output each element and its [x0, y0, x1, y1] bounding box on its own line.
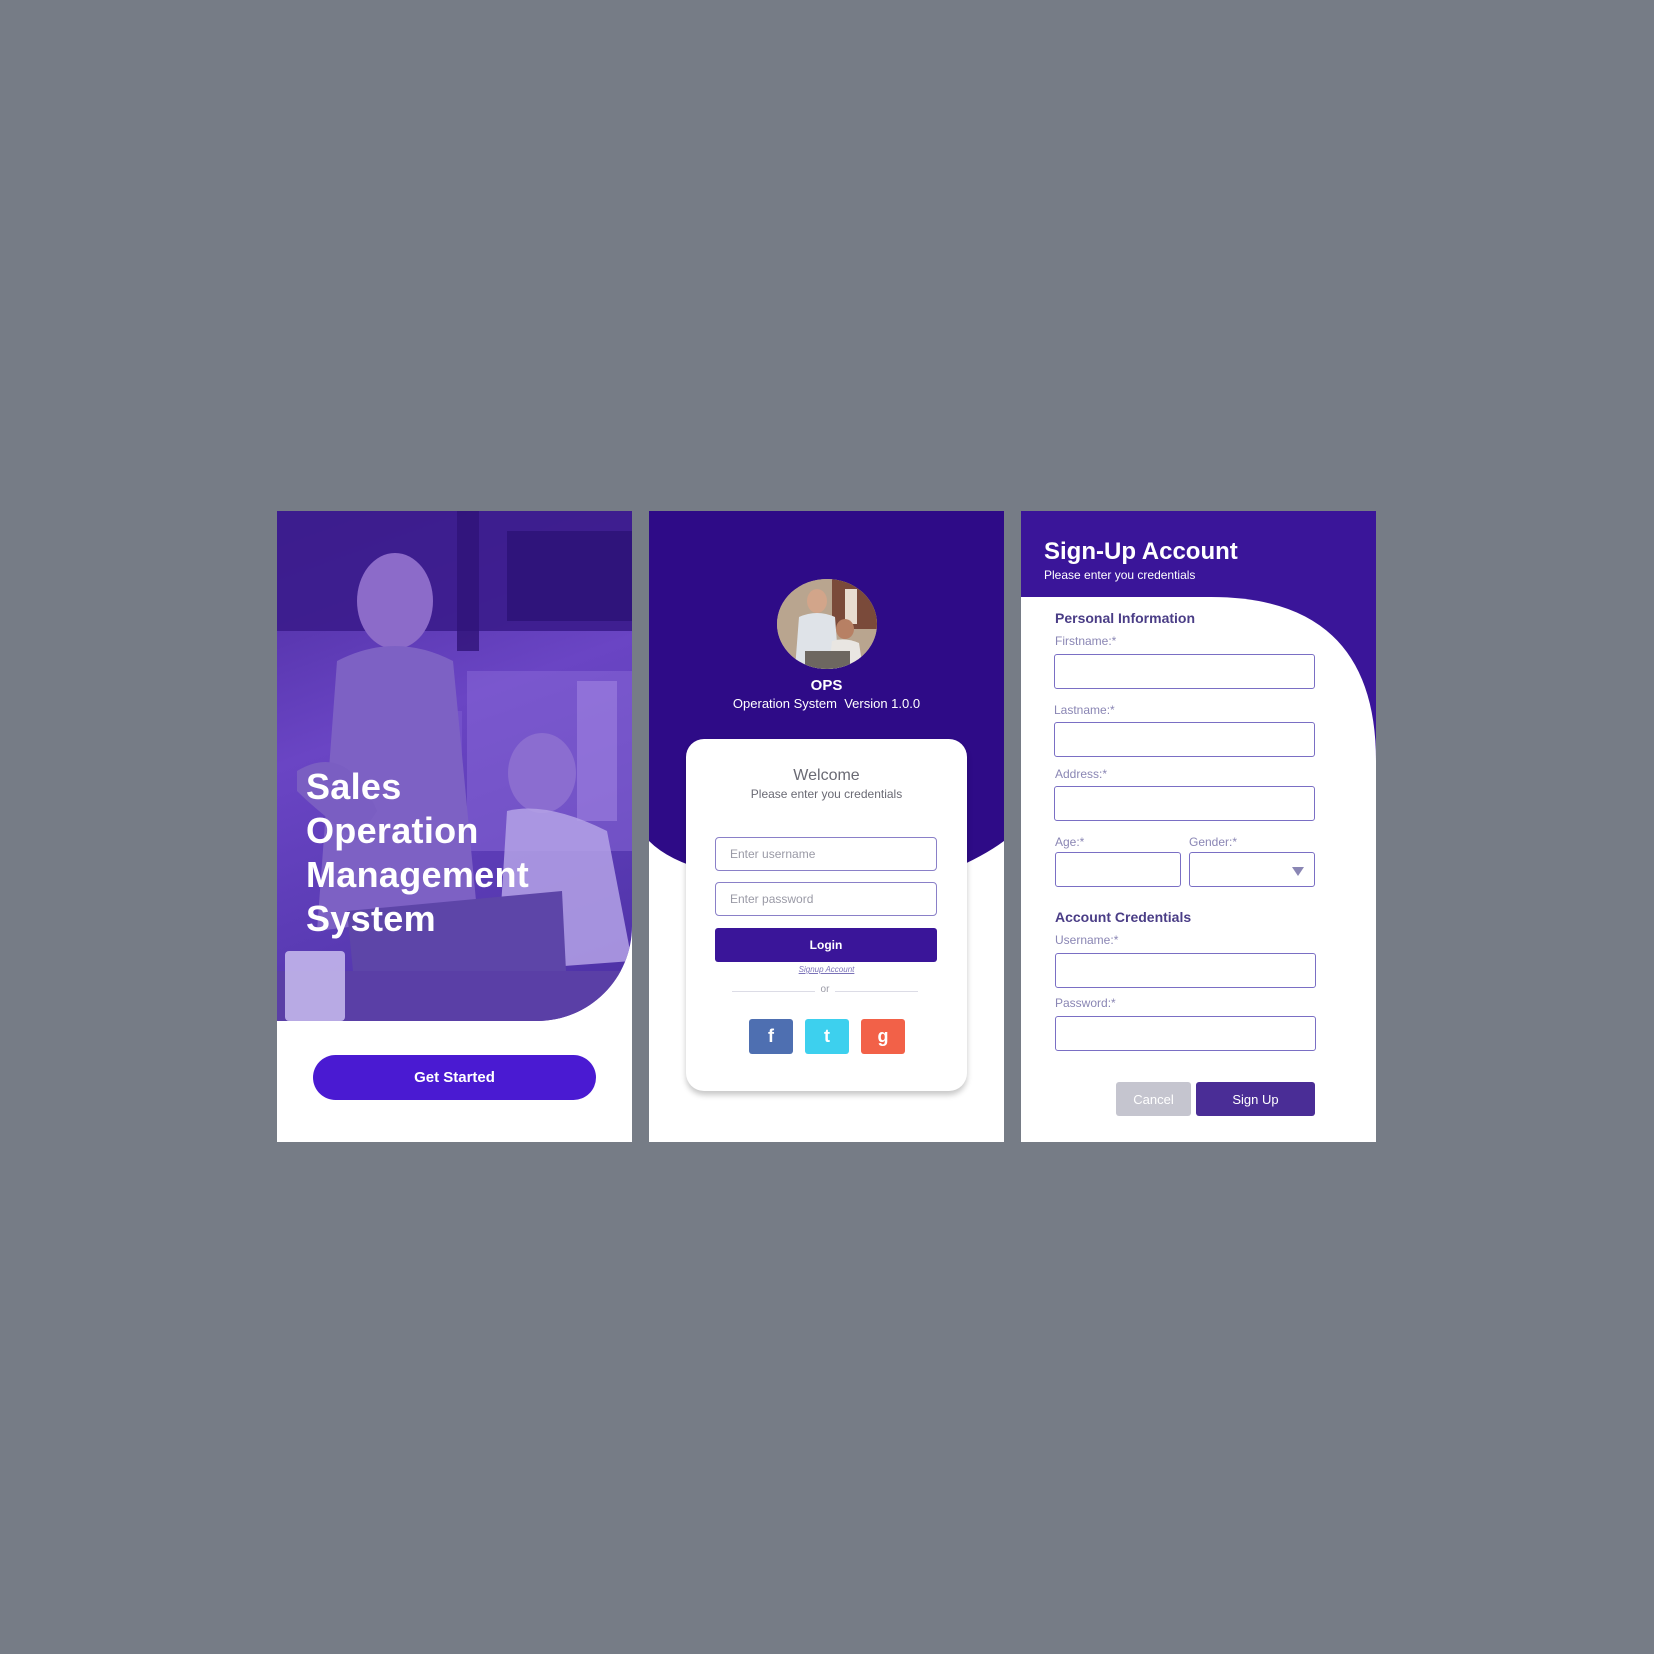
team-photo — [777, 579, 877, 669]
password-input[interactable] — [715, 882, 937, 916]
personal-info-heading: Personal Information — [1055, 610, 1196, 626]
signup-screen: Sign-Up Account Please enter you credent… — [1021, 511, 1376, 1142]
hero-image: Sales Operation Management System — [277, 511, 632, 1021]
twitter-icon[interactable]: t — [805, 1019, 849, 1054]
page-subtitle: Please enter you credentials — [1044, 568, 1196, 582]
age-field[interactable] — [1055, 852, 1181, 887]
title-line-1: Sales — [306, 766, 402, 807]
login-card: Welcome Please enter you credentials Log… — [686, 739, 967, 1091]
chevron-down-icon — [1292, 867, 1304, 876]
username-input[interactable] — [715, 837, 937, 871]
lastname-label: Lastname:* — [1054, 703, 1115, 717]
app-title: Sales Operation Management System — [306, 765, 616, 941]
cancel-button[interactable]: Cancel — [1116, 1082, 1191, 1116]
gender-select[interactable] — [1189, 852, 1315, 887]
title-line-2: Operation — [306, 810, 479, 851]
app-name: OPS — [810, 677, 843, 694]
signup-account-link[interactable]: Signup Account — [686, 965, 967, 974]
address-field[interactable] — [1054, 786, 1315, 821]
app-version: Operation System Version 1.0.0 — [732, 696, 921, 711]
firstname-label: Firstname:* — [1055, 634, 1117, 648]
title-line-4: System — [306, 898, 436, 939]
sign-up-button[interactable]: Sign Up — [1196, 1082, 1315, 1116]
username-label: Username:* — [1055, 933, 1119, 947]
or-divider: or — [732, 984, 918, 998]
splash-screen: Sales Operation Management System Get St… — [277, 511, 632, 1142]
age-label: Age:* — [1055, 835, 1085, 849]
gender-label: Gender:* — [1189, 835, 1238, 849]
lastname-field[interactable] — [1054, 722, 1315, 757]
avatar — [777, 579, 877, 669]
page-title: Sign-Up Account — [1044, 538, 1238, 565]
password-field[interactable] — [1055, 1016, 1316, 1051]
firstname-field[interactable] — [1054, 654, 1315, 689]
welcome-subtitle: Please enter you credentials — [750, 787, 903, 801]
login-button[interactable]: Login — [715, 928, 937, 962]
canvas: Sales Operation Management System Get St… — [0, 0, 1654, 1654]
username-field[interactable] — [1055, 953, 1316, 988]
welcome-heading: Welcome — [793, 767, 860, 784]
google-icon[interactable]: g — [861, 1019, 905, 1054]
account-credentials-heading: Account Credentials — [1055, 909, 1192, 925]
title-line-3: Management — [306, 854, 530, 895]
facebook-icon[interactable]: f — [749, 1019, 793, 1054]
password-label: Password:* — [1055, 996, 1116, 1010]
address-label: Address:* — [1055, 767, 1108, 781]
or-text: or — [820, 984, 830, 995]
login-screen: OPS Operation System Version 1.0.0 Welco… — [649, 511, 1004, 1142]
get-started-button[interactable]: Get Started — [313, 1055, 596, 1100]
